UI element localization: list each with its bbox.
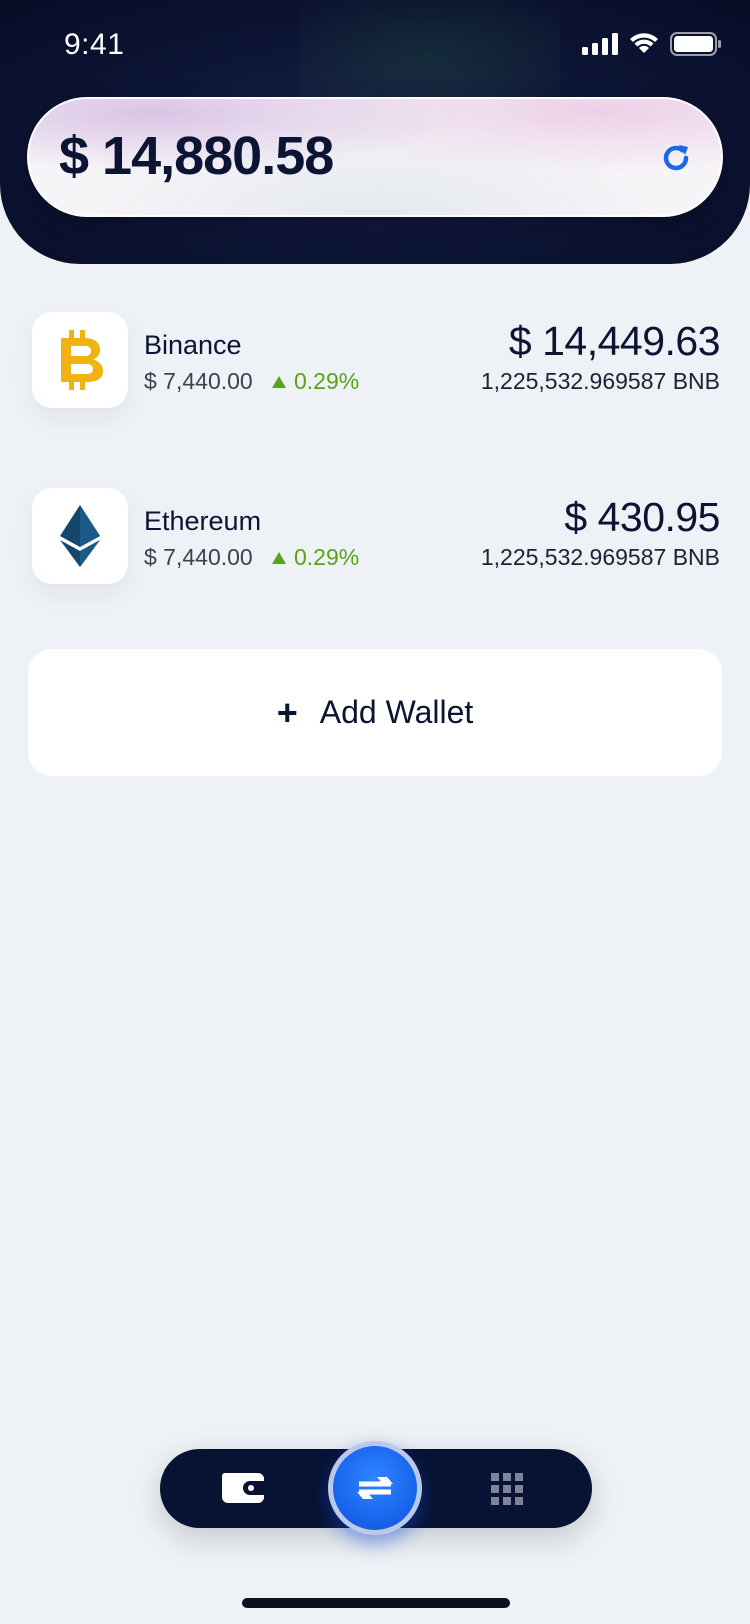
- battery-icon: [670, 32, 721, 56]
- wallet-row-binance[interactable]: Binance $ 7,440.00 0.29% $ 14,449.63 1,2…: [0, 312, 750, 412]
- refresh-icon[interactable]: [657, 139, 695, 177]
- plus-icon: +: [276, 691, 298, 733]
- add-wallet-label: Add Wallet: [319, 694, 474, 730]
- total-balance: $ 14,880.58: [59, 126, 334, 186]
- wallet-change: 0.29%: [272, 544, 359, 571]
- wallet-name: Ethereum: [144, 506, 262, 536]
- header: 9:41 $ 14,880.58: [0, 0, 750, 264]
- wallet-price: $ 7,440.00: [144, 544, 253, 570]
- wallet-change-value: 0.29%: [294, 368, 360, 394]
- wallet-price: $ 7,440.00: [144, 368, 253, 394]
- wallet-change: 0.29%: [272, 368, 359, 395]
- home-indicator: [242, 1598, 510, 1608]
- balance-card: $ 14,880.58: [27, 97, 723, 217]
- coin-tile: [32, 488, 128, 584]
- ethereum-icon: [60, 505, 100, 567]
- coin-tile: [32, 312, 128, 408]
- wallet-change-value: 0.29%: [294, 544, 360, 570]
- wallet-quantity: 1,225,532.969587 BNB: [480, 368, 720, 394]
- wallet-value: $ 430.95: [564, 494, 720, 540]
- wallet-icon[interactable]: [220, 1469, 266, 1507]
- grid-icon[interactable]: [491, 1473, 523, 1505]
- signal-icon: [582, 33, 618, 55]
- arrow-up-icon: [272, 551, 286, 564]
- wallet-row-ethereum[interactable]: Ethereum $ 7,440.00 0.29% $ 430.95 1,225…: [0, 488, 750, 588]
- bitcoin-icon: [61, 330, 103, 390]
- wallet-name: Binance: [144, 330, 242, 360]
- screen: 9:41 $ 14,880.58 Binance $ 7,440.00 0.29…: [0, 0, 750, 1624]
- status-time: 9:41: [64, 28, 125, 61]
- add-wallet-button[interactable]: + Add Wallet: [28, 649, 722, 776]
- swap-icon: [357, 1477, 393, 1499]
- status-icons: [582, 32, 722, 56]
- bottom-nav: [160, 1441, 592, 1535]
- wallet-value: $ 14,449.63: [508, 318, 721, 364]
- arrow-up-icon: [272, 375, 286, 388]
- status-bar: 9:41: [0, 0, 750, 94]
- wifi-icon: [630, 33, 658, 53]
- wallet-quantity: 1,225,532.969587 BNB: [480, 544, 720, 570]
- swap-button[interactable]: [328, 1441, 422, 1535]
